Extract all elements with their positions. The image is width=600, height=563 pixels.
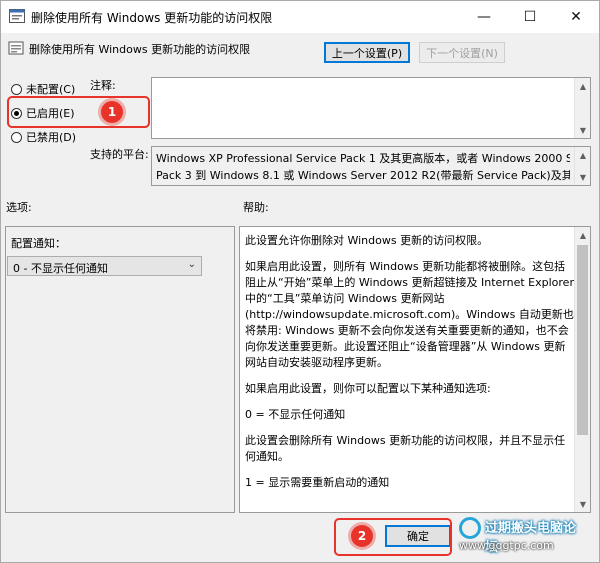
title-bar: 删除使用所有 Windows 更新功能的访问权限 — ☐ ✕ [1,1,599,33]
step-badge-1: 1 [101,101,123,123]
scroll-down-icon[interactable]: ▼ [575,496,591,512]
help-scrollbar[interactable]: ▲ ▼ [574,227,590,512]
options-label: 选项: [6,201,32,214]
platform-scrollbar[interactable]: ▲ ▼ [574,147,590,185]
help-paragraph: 1 = 显示需要重新启动的通知 [245,476,390,489]
next-setting-button[interactable]: 下一个设置(N) [419,42,505,63]
close-button[interactable]: ✕ [553,1,599,33]
watermark-url: www.gqgtpc.com [459,539,554,552]
radio-label: 未配置(C) [26,83,76,96]
highlight-box-enabled [7,96,150,128]
help-paragraph: 如果启用此设置，则你可以配置以下某种通知选项: [245,382,491,395]
scroll-up-icon[interactable]: ▲ [575,147,591,163]
chevron-down-icon: ⌄ [187,259,196,270]
help-text: 此设置允许你删除对 Windows 更新的访问权限。 如果启用此设置，则所有 W… [245,233,575,501]
scroll-thumb[interactable] [577,245,588,435]
dropdown-value: 0 - 不显示任何通知 [13,262,108,275]
notify-dropdown[interactable]: 0 - 不显示任何通知 ⌄ [7,256,202,276]
comment-label: 注释: [90,79,116,92]
policy-dialog: 删除使用所有 Windows 更新功能的访问权限 — ☐ ✕ 删除使用所有 Wi… [0,0,600,563]
radio-disabled[interactable]: 已禁用(D) [11,129,76,145]
watermark: 过期搬头电脑论坛 www.gqgtpc.com [457,511,583,555]
close-icon: ✕ [570,9,582,25]
watermark-logo-icon [459,517,481,539]
platform-text: Windows XP Professional Service Pack 1 及… [156,150,570,184]
setting-title: 删除使用所有 Windows 更新功能的访问权限 [29,43,251,56]
step-badge-2: 2 [351,525,373,547]
minimize-button[interactable]: — [461,1,507,33]
radio-label: 已禁用(D) [26,131,77,144]
platform-label: 支持的平台: [90,148,149,161]
prev-setting-button[interactable]: 上一个设置(P) [324,42,410,63]
platform-box: Windows XP Professional Service Pack 1 及… [151,146,591,186]
maximize-button[interactable]: ☐ [507,1,553,33]
setting-icon [8,41,24,55]
help-pane: 此设置允许你删除对 Windows 更新的访问权限。 如果启用此设置，则所有 W… [239,226,591,513]
platform-line: Windows XP Professional Service Pack 1 及… [156,152,570,165]
comment-textarea[interactable]: ▲ ▼ [151,77,591,139]
radio-not-configured[interactable]: 未配置(C) [11,81,75,97]
comment-scrollbar[interactable]: ▲ ▼ [574,78,590,138]
platform-line: Pack 3 到 Windows 8.1 或 Windows Server 20… [156,169,570,182]
config-notify-label: 配置通知： [11,237,66,250]
scroll-up-icon[interactable]: ▲ [575,78,591,94]
help-paragraph: 此设置会删除所有 Windows 更新功能的访问权限，并且不显示任何通知。 [245,434,566,463]
minimize-icon: — [477,9,491,25]
maximize-icon: ☐ [523,9,537,25]
window-title: 删除使用所有 Windows 更新功能的访问权限 [31,11,273,25]
help-paragraph: 此设置允许你删除对 Windows 更新的访问权限。 [245,234,489,247]
scroll-down-icon[interactable]: ▼ [575,122,591,138]
help-paragraph: 如果启用此设置，则所有 Windows 更新功能都将被删除。这包括阻止从“开始”… [245,260,574,369]
help-label: 帮助: [243,201,269,214]
scroll-down-icon[interactable]: ▼ [575,169,591,185]
radio-circle [11,83,22,95]
help-paragraph: 0 = 不显示任何通知 [245,408,346,421]
policy-icon [9,9,25,23]
radio-circle [11,131,22,143]
scroll-up-icon[interactable]: ▲ [575,227,591,243]
